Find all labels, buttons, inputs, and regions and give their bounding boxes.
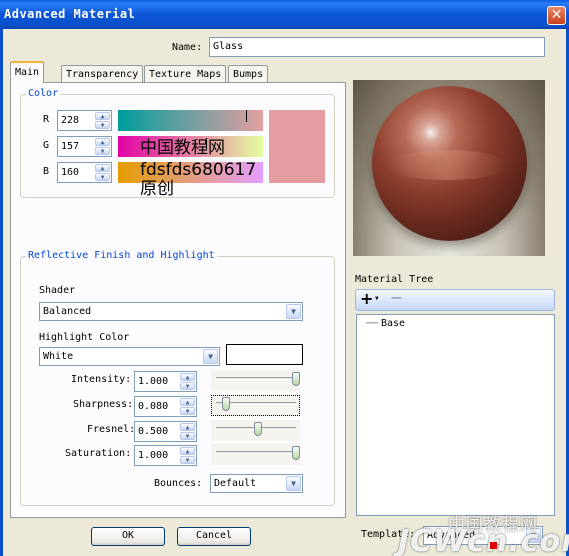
intensity-up-icon[interactable]: ▲ — [180, 373, 195, 381]
b-value: 160 — [61, 167, 80, 178]
shader-dropdown[interactable]: Balanced ▼ — [39, 302, 303, 321]
tab-main[interactable]: Main — [10, 61, 45, 83]
tab-transparency[interactable]: Transparency — [61, 65, 144, 82]
saturation-slider[interactable] — [211, 444, 300, 465]
remove-icon[interactable]: − — [390, 288, 403, 307]
preview-sphere-highlight — [388, 150, 508, 180]
intensity-down-icon[interactable]: ▼ — [180, 382, 195, 390]
b-spinner[interactable]: 160 ▲ ▼ — [57, 162, 112, 183]
r-spinner[interactable]: 228 ▲ ▼ — [57, 110, 112, 131]
watermark-line-1: 中国教程网 — [140, 138, 225, 158]
fresnel-spinner[interactable]: 0.500 ▲ ▼ — [134, 421, 197, 442]
highlight-color-value: White — [43, 351, 74, 362]
chevron-down-icon[interactable]: ▼ — [203, 349, 218, 364]
highlight-color-label: Highlight Color — [39, 332, 130, 343]
intensity-slider-track — [216, 377, 296, 380]
g-label: G — [43, 140, 50, 151]
saturation-label: Saturation: — [65, 448, 132, 459]
sharpness-value: 0.080 — [138, 401, 169, 412]
bounces-dropdown[interactable]: Default ▼ — [210, 474, 303, 493]
saturation-spinner[interactable]: 1.000 ▲ ▼ — [134, 445, 197, 466]
shader-value: Balanced — [43, 306, 92, 317]
color-swatch — [269, 110, 325, 183]
reflective-group-title: Reflective Finish and Highlight — [26, 250, 217, 261]
material-tree-toolbar — [355, 289, 555, 311]
chevron-down-icon[interactable]: ▼ — [286, 304, 301, 319]
name-label: Name: — [172, 42, 203, 53]
close-button[interactable]: ✕ — [547, 6, 566, 25]
b-label: B — [43, 166, 50, 177]
b-down-icon[interactable]: ▼ — [95, 173, 110, 181]
intensity-value: 1.000 — [138, 376, 169, 387]
bounces-label: Bounces: — [154, 478, 203, 489]
r-label: R — [43, 114, 50, 125]
saturation-down-icon[interactable]: ▼ — [180, 456, 195, 464]
g-value: 157 — [61, 141, 80, 152]
sharpness-up-icon[interactable]: ▲ — [180, 398, 195, 406]
color-group-title: Color — [26, 88, 61, 99]
bounces-value: Default — [214, 478, 257, 489]
material-tree-panel — [356, 314, 555, 516]
saturation-up-icon[interactable]: ▲ — [180, 447, 195, 455]
tree-connector: ⋯⋯ — [366, 318, 379, 329]
g-up-icon[interactable]: ▲ — [95, 138, 110, 146]
intensity-label: Intensity: — [71, 374, 132, 385]
fresnel-label: Fresnel: — [87, 424, 136, 435]
material-tree-label: Material Tree — [355, 274, 434, 285]
intensity-slider-thumb[interactable] — [292, 372, 300, 386]
name-input[interactable]: Glass — [209, 37, 545, 57]
r-gradient-bar[interactable] — [118, 110, 263, 131]
intensity-spinner[interactable]: 1.000 ▲ ▼ — [134, 371, 197, 392]
highlight-color-swatch[interactable] — [226, 344, 303, 365]
sharpness-slider-thumb[interactable] — [222, 397, 230, 411]
tab-texture-maps[interactable]: Texture Maps — [144, 65, 227, 82]
shader-label: Shader — [39, 285, 76, 296]
fresnel-slider-thumb[interactable] — [254, 422, 262, 436]
tree-item-base[interactable]: Base — [381, 318, 405, 329]
site-watermark-url: JCWcn.com — [398, 524, 569, 556]
watermark-line-3: 原创 — [140, 179, 174, 199]
b-up-icon[interactable]: ▲ — [95, 164, 110, 172]
r-down-icon[interactable]: ▼ — [95, 121, 110, 129]
sharpness-spinner[interactable]: 0.080 ▲ ▼ — [134, 396, 197, 417]
window-frame-left — [0, 29, 3, 556]
sharpness-label: Sharpness: — [73, 399, 134, 410]
fresnel-value: 0.500 — [138, 426, 169, 437]
watermark-dot — [490, 542, 497, 549]
highlight-color-dropdown[interactable]: White ▼ — [39, 347, 220, 366]
intensity-slider[interactable] — [211, 370, 300, 391]
g-spinner[interactable]: 157 ▲ ▼ — [57, 136, 112, 157]
r-up-icon[interactable]: ▲ — [95, 112, 110, 120]
sharpness-down-icon[interactable]: ▼ — [180, 407, 195, 415]
saturation-value: 1.000 — [138, 450, 169, 461]
fresnel-up-icon[interactable]: ▲ — [180, 423, 195, 431]
cancel-button[interactable]: Cancel — [177, 527, 251, 546]
saturation-slider-thumb[interactable] — [292, 446, 300, 460]
g-down-icon[interactable]: ▼ — [95, 147, 110, 155]
window-title: Advanced Material — [4, 7, 136, 21]
r-marker[interactable] — [246, 110, 247, 122]
fresnel-down-icon[interactable]: ▼ — [180, 432, 195, 440]
add-menu-arrow-icon[interactable]: ▼ — [375, 295, 379, 302]
chevron-down-icon[interactable]: ▼ — [286, 476, 301, 491]
tab-bumps[interactable]: Bumps — [228, 65, 269, 82]
watermark-line-2: fdsfds680617 — [140, 160, 257, 180]
ok-button[interactable]: OK — [91, 527, 165, 546]
r-value: 228 — [61, 115, 80, 126]
saturation-slider-track — [216, 451, 296, 454]
add-icon[interactable]: + — [360, 289, 373, 308]
